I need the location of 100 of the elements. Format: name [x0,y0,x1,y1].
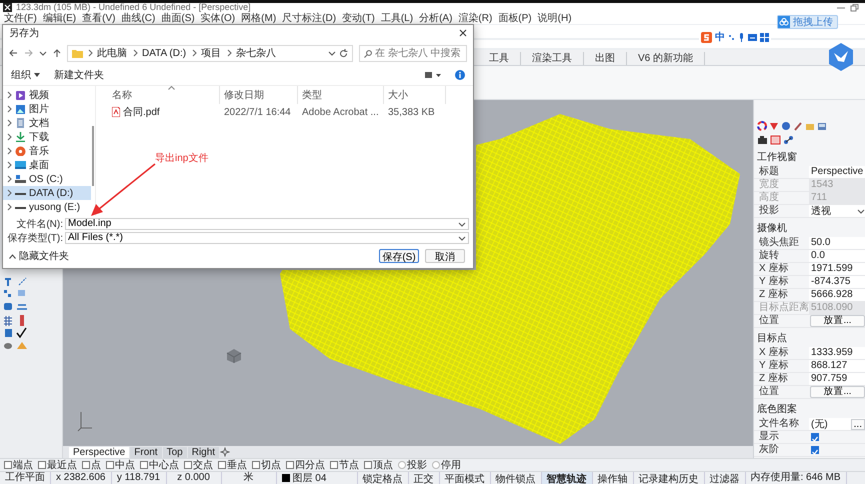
menu-item[interactable]: 工具(L) [378,11,416,25]
property-value[interactable]: 1971.599 [809,263,865,275]
breadcrumb-item[interactable]: 项目 [190,46,222,60]
status-toggle[interactable]: 记录建构历史 [634,472,704,484]
checkbox[interactable] [140,461,148,469]
radio-button[interactable] [398,461,406,469]
checkbox[interactable] [330,461,338,469]
save-button[interactable]: 保存(S) [379,249,419,263]
status-toggle[interactable]: 过滤器 [704,472,746,484]
camera-icon[interactable] [757,135,768,145]
keyboard-icon[interactable] [748,32,757,42]
ime-mode[interactable]: 中 [715,30,725,44]
menu-item[interactable]: 曲线(C) [118,11,158,25]
checkbox[interactable] [286,461,294,469]
tree-item[interactable]: 下载 [3,130,91,144]
menu-item[interactable]: 说明(H) [534,11,575,25]
tree-item[interactable]: 音乐 [3,144,91,158]
search-field[interactable]: 在 杂七杂八 中搜索 [359,44,467,62]
close-icon[interactable] [459,29,467,37]
property-value[interactable]: Perspective [809,166,865,178]
sphere-icon[interactable] [781,121,791,131]
status-toggle[interactable]: 平面模式 [440,472,490,484]
property-value[interactable]: 5666.928 [809,289,865,301]
dropdown[interactable]: 透视 [809,205,865,217]
tree-item[interactable]: 视频 [3,88,91,102]
pencil-icon[interactable] [793,121,803,131]
status-toggle[interactable]: 锁定格点 [358,472,408,484]
ribbon-tab[interactable]: 渲染工具 [521,52,584,65]
checkbox[interactable] [364,461,372,469]
caret-icon[interactable] [328,50,336,56]
help-icon[interactable] [455,70,465,80]
tree-item[interactable]: 图片 [3,102,91,116]
menu-item[interactable]: 文件(F) [1,11,40,25]
checkbox[interactable] [106,461,114,469]
add-tab-icon[interactable] [220,447,230,457]
restore-icon[interactable] [850,4,859,12]
link-icon[interactable] [783,135,794,145]
tree-item[interactable]: DATA (D:) [3,186,91,200]
organize-button[interactable]: 组织 [11,68,40,82]
property-value[interactable]: 1333.959 [809,347,865,359]
file-name[interactable]: 合同.pdf [108,105,220,119]
scrollbar[interactable] [92,126,94,186]
property-value[interactable]: -874.375 [809,276,865,288]
file-type-dropdown[interactable]: All Files (*.*) [65,232,469,244]
column-header[interactable]: 类型 [298,86,384,104]
checkbox[interactable] [811,446,819,454]
filename-field[interactable]: Model.inp [65,218,469,230]
status-toggle[interactable]: 智慧轨迹 [542,472,592,484]
ribbon-tab[interactable]: 工具 [478,52,521,65]
checkbox[interactable] [184,461,192,469]
viewport-tab[interactable]: Right [188,446,220,458]
property-value[interactable]: 50.0 [809,237,865,249]
viewport-tab[interactable]: Top [162,446,187,458]
hide-folders-toggle[interactable]: 隐藏文件夹 [9,249,69,263]
image-icon[interactable] [817,121,827,131]
tree-item[interactable]: OS (C:) [3,172,91,186]
property-value[interactable]: 868.127 [809,360,865,372]
menu-item[interactable]: 变动(T) [339,11,378,25]
frame-icon[interactable] [770,135,781,145]
viewport-tab[interactable]: Perspective [69,446,130,458]
grid-icon[interactable] [760,32,769,42]
checkbox[interactable] [4,461,12,469]
new-folder-button[interactable]: 新建文件夹 [54,68,104,82]
status-toggle[interactable]: 操作轴 [592,472,634,484]
address-bar[interactable]: 此电脑 DATA (D:) 项目 杂七杂八 [67,44,353,62]
layer-name[interactable]: 图层 04 [292,471,326,484]
radio-button[interactable] [432,461,440,469]
menu-item[interactable]: 曲面(S) [158,11,198,25]
status-toggle[interactable]: 正交 [408,472,440,484]
menu-item[interactable]: 分析(A) [416,11,456,25]
breadcrumb-item[interactable]: 此电脑 [86,46,128,60]
ribbon-tab[interactable]: 出图 [584,52,627,65]
color-wheel-icon[interactable] [757,121,767,131]
menu-item[interactable]: 实体(O) [198,11,238,25]
refresh-icon[interactable] [339,48,348,58]
breadcrumb-item[interactable]: 杂七杂八 [225,46,278,60]
property-value[interactable]: 0.0 [809,250,865,262]
checkbox[interactable] [811,433,819,441]
column-header[interactable]: 名称 [108,86,220,104]
menu-item[interactable]: 网格(M) [238,11,280,25]
layer-color-swatch[interactable] [282,474,290,482]
checkbox[interactable] [218,461,226,469]
menu-item[interactable]: 面板(P) [495,11,535,25]
viewport-tab[interactable]: Front [130,446,162,458]
browse-button[interactable]: ... [850,418,865,430]
checkbox[interactable] [82,461,90,469]
menu-item[interactable]: 尺寸标注(D) [279,11,340,25]
menu-item[interactable]: 编辑(E) [40,11,80,25]
ime-logo-icon[interactable] [701,32,712,42]
column-header[interactable]: 大小 [384,86,446,104]
tree-item[interactable]: yusong (E:) [3,200,91,214]
microphone-icon[interactable] [738,32,745,42]
column-header[interactable]: 修改日期 [220,86,298,104]
tree-item[interactable]: 桌面 [3,158,91,172]
caret-icon[interactable] [39,50,47,56]
checkbox[interactable] [38,461,46,469]
checkbox[interactable] [252,461,260,469]
menu-item[interactable]: 渲染(R) [455,11,496,25]
tree-item[interactable]: 文档 [3,116,91,130]
place-button[interactable]: 放置... [810,315,865,327]
